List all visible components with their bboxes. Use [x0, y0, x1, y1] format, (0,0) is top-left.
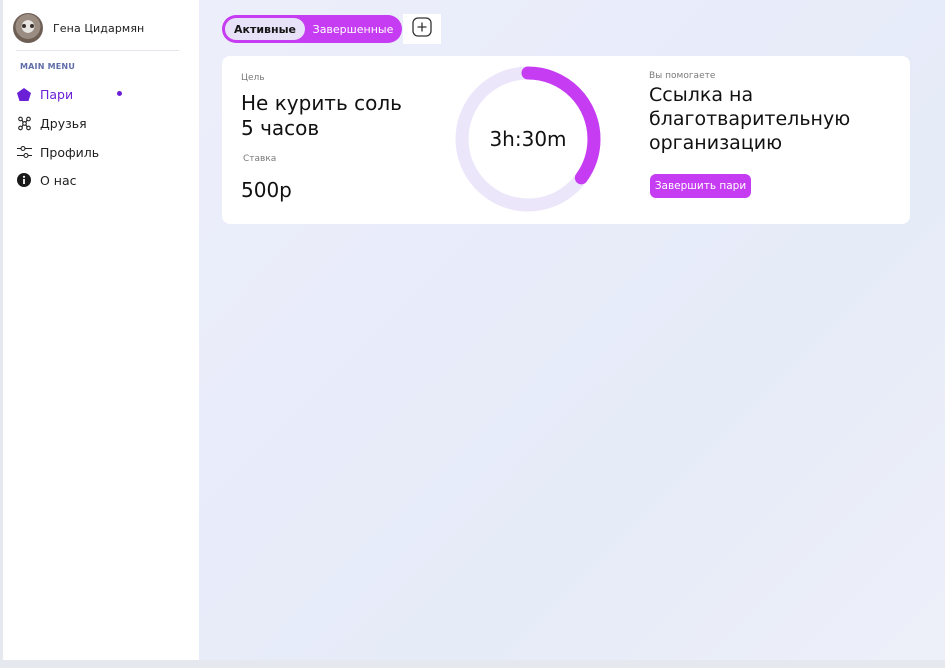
- sidebar-divider: [16, 50, 179, 51]
- sliders-icon: [16, 144, 32, 160]
- window-bottom-edge: [0, 660, 945, 668]
- sidebar-item-about[interactable]: О нас: [16, 171, 186, 189]
- bets-filter-toggle: Активные Завершенные: [222, 15, 402, 43]
- sidebar: Гена Цидармян MAIN MENU Пари Друзья Проф…: [3, 0, 199, 660]
- user-profile[interactable]: Гена Цидармян: [13, 13, 144, 43]
- goal-line: 5 часов: [241, 116, 320, 140]
- sidebar-item-label: О нас: [40, 172, 77, 188]
- goal-line: Не курить соль: [241, 91, 402, 115]
- active-indicator-dot: [117, 91, 122, 96]
- finish-bet-button[interactable]: Завершить пари: [650, 174, 751, 198]
- help-label: Вы помогаете: [649, 71, 716, 81]
- tab-completed-bets[interactable]: Завершенные: [309, 18, 397, 40]
- add-bet-button[interactable]: [403, 14, 441, 44]
- user-name: Гена Цидармян: [53, 21, 145, 35]
- bet-card: Цель Не курить соль 5 часов Ставка 500р …: [222, 56, 910, 224]
- plus-square-icon: [412, 17, 432, 41]
- timer-value: 3h:30m: [489, 127, 567, 151]
- sidebar-item-bets[interactable]: Пари: [16, 85, 186, 103]
- menu-title: MAIN MENU: [20, 62, 76, 71]
- stake-value: 500р: [241, 178, 292, 202]
- charity-link-line: организацию: [649, 132, 783, 154]
- sidebar-item-profile[interactable]: Профиль: [16, 143, 186, 161]
- charity-link-line: благотварительную: [649, 108, 851, 130]
- goal-text: Не курить соль 5 часов: [241, 91, 441, 141]
- stake-label: Ставка: [243, 154, 277, 164]
- goal-label: Цель: [241, 73, 265, 83]
- charity-link[interactable]: Ссылка на благотварительную организацию: [649, 83, 889, 155]
- info-icon: [16, 172, 32, 188]
- charity-link-line: Ссылка на: [649, 84, 754, 106]
- sidebar-item-friends[interactable]: Друзья: [16, 114, 186, 132]
- sidebar-item-label: Пари: [40, 86, 74, 102]
- sidebar-item-label: Друзья: [40, 115, 87, 131]
- avatar[interactable]: [13, 13, 43, 43]
- tab-active-bets[interactable]: Активные: [225, 18, 305, 40]
- home-pentagon-icon: [16, 86, 32, 102]
- sidebar-item-label: Профиль: [40, 144, 100, 160]
- friends-network-icon: [16, 115, 32, 131]
